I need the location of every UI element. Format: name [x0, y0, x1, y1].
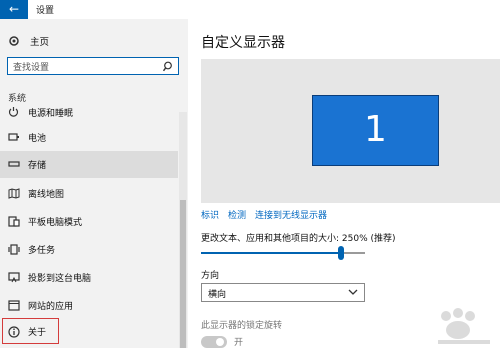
sidebar-item-label: 离线地图: [28, 190, 65, 200]
sidebar-item-web-apps[interactable]: 网站的应用: [0, 292, 178, 319]
scrollbar-thumb[interactable]: [180, 200, 186, 348]
sidebar-item-label: 多任务: [28, 246, 56, 256]
sidebar-item-offline-maps[interactable]: 离线地图: [0, 180, 178, 207]
sidebar-item-label: 投影到这台电脑: [28, 274, 92, 284]
sidebar-item-tablet-mode[interactable]: 平板电脑模式: [0, 208, 178, 235]
gear-icon: [9, 36, 19, 46]
multitask-icon: [8, 244, 20, 255]
window-title: 设置: [36, 6, 55, 16]
sidebar-item-label: 平板电脑模式: [28, 218, 83, 228]
scale-slider-thumb[interactable]: [338, 246, 344, 260]
monitor-tile[interactable]: 1: [312, 95, 439, 166]
display-links: 标识 检测 连接到无线显示器: [201, 208, 327, 221]
home-label: 主页: [30, 37, 50, 48]
search-icon[interactable]: [163, 61, 174, 72]
battery-icon: [8, 133, 19, 141]
map-icon: [8, 188, 20, 199]
sidebar-item-label: 存储: [28, 161, 47, 171]
search-input[interactable]: 查找设置: [7, 57, 179, 75]
sidebar-item-power[interactable]: 电源和睡眠: [0, 100, 178, 118]
sidebar-item-multitasking[interactable]: 多任务: [0, 236, 178, 263]
page-title: 自定义显示器: [201, 35, 285, 51]
scale-label: 更改文本、应用和其他项目的大小: 250% (推荐): [201, 234, 396, 244]
identify-link[interactable]: 标识: [201, 208, 219, 221]
chevron-down-icon: [348, 289, 358, 295]
toggle-knob: [216, 338, 224, 346]
tablet-icon: [8, 216, 20, 227]
rotation-lock-label: 此显示器的锁定旋转: [201, 321, 283, 331]
watermark-logo: [438, 308, 490, 344]
project-icon: [8, 272, 20, 283]
back-button[interactable]: ←: [0, 0, 28, 19]
toggle-state-label: 开: [234, 338, 244, 348]
home-link[interactable]: 主页: [8, 34, 49, 48]
orientation-label: 方向: [201, 271, 220, 281]
orientation-value: 横向: [208, 290, 227, 300]
scale-slider-fill: [201, 252, 341, 254]
web-apps-icon: [8, 300, 20, 311]
storage-icon: [8, 161, 20, 167]
detect-link[interactable]: 检测: [228, 208, 246, 221]
orientation-dropdown[interactable]: 横向: [201, 283, 365, 302]
wireless-display-link[interactable]: 连接到无线显示器: [255, 208, 327, 221]
power-icon: [8, 107, 19, 117]
sidebar-item-battery[interactable]: 电池: [0, 124, 178, 151]
search-placeholder: 查找设置: [13, 63, 50, 73]
sidebar-item-label: 网站的应用: [28, 302, 74, 312]
sidebar-item-storage[interactable]: 存储: [0, 151, 178, 178]
sidebar-item-project[interactable]: 投影到这台电脑: [0, 264, 178, 291]
sidebar-item-label: 电池: [28, 134, 47, 144]
highlight-box: [2, 318, 59, 344]
sidebar-item-label: 电源和睡眠: [28, 109, 74, 118]
